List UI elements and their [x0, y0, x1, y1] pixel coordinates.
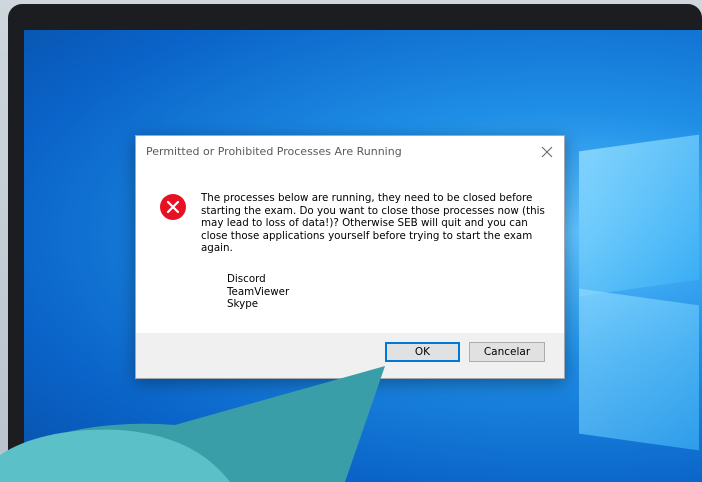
- close-icon: [541, 146, 553, 158]
- process-list: Discord TeamViewer Skype: [227, 273, 289, 311]
- ok-button[interactable]: OK: [385, 342, 460, 362]
- dialog-title: Permitted or Prohibited Processes Are Ru…: [146, 145, 402, 158]
- close-button[interactable]: [534, 140, 560, 164]
- cancel-button[interactable]: Cancelar: [469, 342, 545, 362]
- process-item: Skype: [227, 298, 259, 311]
- process-warning-dialog: Permitted or Prohibited Processes Are Ru…: [135, 135, 565, 379]
- error-icon: [160, 194, 186, 220]
- dialog-titlebar: Permitted or Prohibited Processes Are Ru…: [136, 136, 564, 170]
- dialog-message: The processes below are running, they ne…: [201, 192, 545, 255]
- process-item: TeamViewer: [227, 285, 290, 298]
- process-item: Discord: [227, 273, 266, 285]
- windows-logo-wallpaper: [579, 115, 702, 451]
- dialog-body: The processes below are running, they ne…: [136, 170, 564, 332]
- dialog-button-bar: OK Cancelar: [136, 333, 564, 378]
